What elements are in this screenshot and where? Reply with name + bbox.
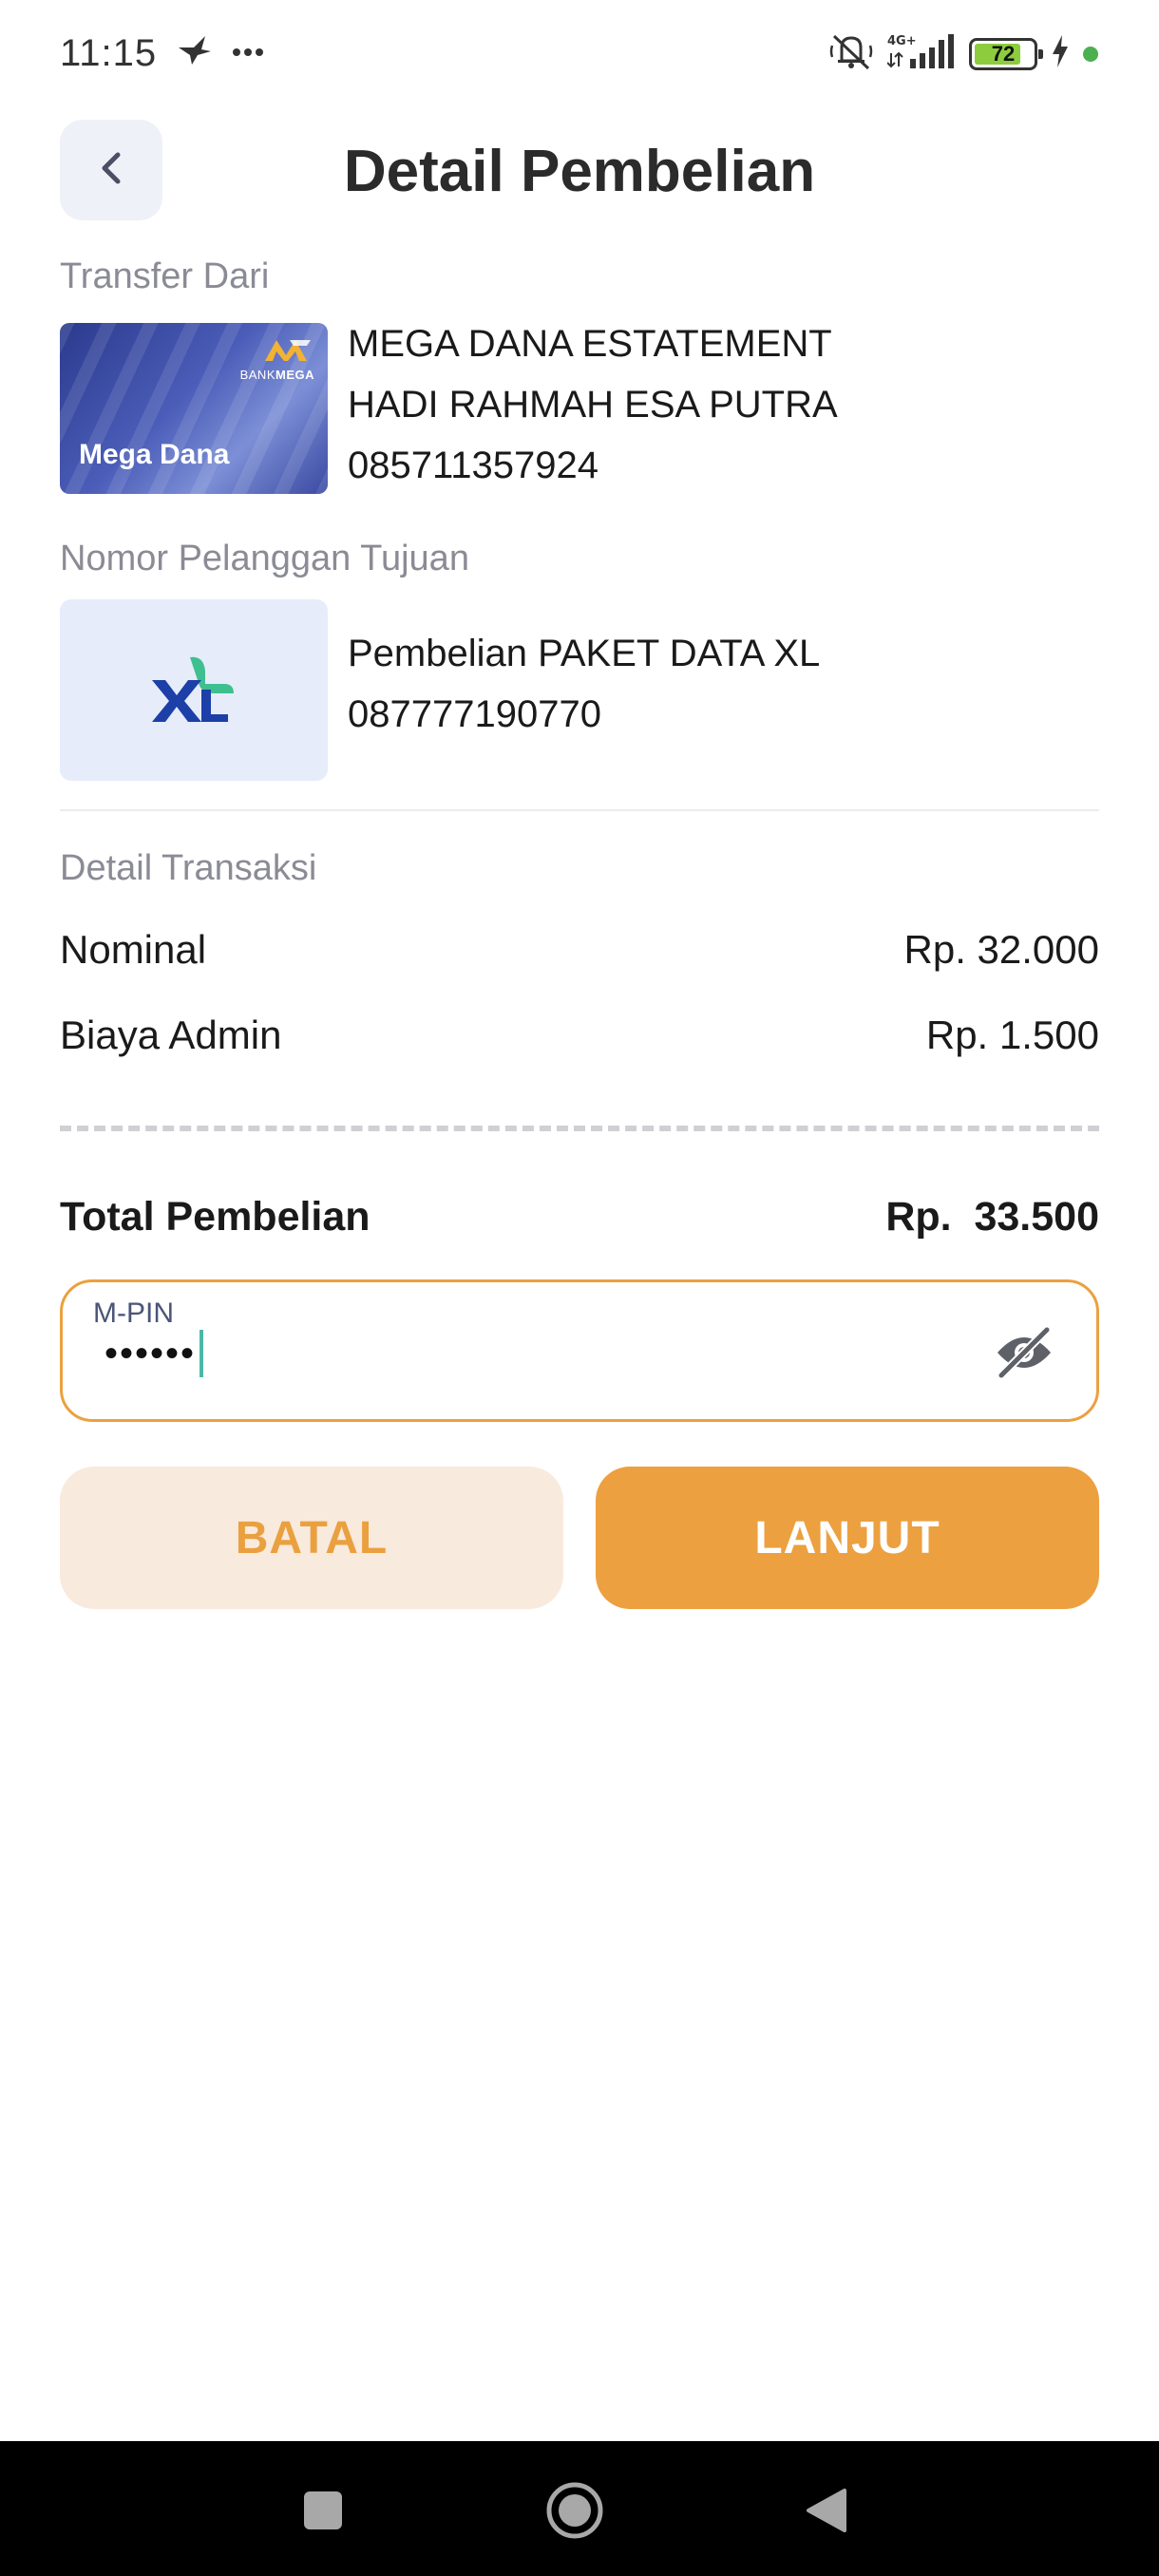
bird-icon — [177, 34, 213, 71]
destination-details: Pembelian PAKET DATA XL 087777190770 — [348, 623, 820, 745]
destination-label: Nomor Pelanggan Tujuan — [60, 539, 469, 578]
admin-fee-row: Biaya Admin Rp. 1.500 — [60, 1013, 1099, 1058]
dashed-divider — [60, 1126, 1099, 1131]
green-dot-icon — [1083, 46, 1098, 62]
total-row: Total Pembelian Rp. 33.500 — [60, 1194, 1099, 1241]
mpin-field[interactable]: M-PIN •••••• — [60, 1279, 1099, 1422]
eye-off-icon[interactable] — [994, 1324, 1054, 1381]
signal-icon: 4G+ — [886, 32, 956, 75]
mpin-input[interactable]: •••••• — [104, 1330, 204, 1377]
nominal-value: Rp. 32.000 — [903, 927, 1100, 972]
back-button[interactable] — [60, 120, 162, 220]
nominal-label: Nominal — [60, 927, 207, 972]
destination-number: 087777190770 — [348, 693, 601, 735]
battery-icon: 72 — [969, 37, 1043, 70]
nominal-row: Nominal Rp. 32.000 — [60, 927, 1099, 973]
next-button[interactable]: LANJUT — [596, 1467, 1099, 1609]
status-bar: 11:15 4G+ 72 — [0, 0, 1159, 104]
transaction-label: Detail Transaksi — [60, 848, 317, 888]
network-label: 4G+ — [887, 34, 917, 48]
purchase-description: Pembelian PAKET DATA XL — [348, 633, 821, 674]
status-time: 11:15 — [60, 32, 158, 74]
status-right-icons: 4G+ 72 — [828, 32, 1098, 75]
home-icon[interactable] — [542, 2477, 608, 2544]
card-brand-bold: MEGA — [276, 368, 314, 382]
charging-icon — [1051, 35, 1070, 72]
card-brand-small: BANK — [239, 368, 276, 382]
transfer-from-label: Transfer Dari — [60, 256, 270, 296]
page-title: Detail Pembelian — [343, 139, 816, 204]
battery-percent: 72 — [991, 41, 1016, 66]
holder-name: HADI RAHMAH ESA PUTRA — [348, 384, 838, 426]
xl-logo-icon — [148, 652, 239, 729]
more-dots-icon — [232, 45, 264, 62]
source-phone: 085711357924 — [348, 445, 598, 486]
total-label: Total Pembelian — [60, 1194, 370, 1240]
mute-icon — [828, 32, 874, 75]
admin-fee-value: Rp. 1.500 — [925, 1013, 1099, 1057]
chevron-left-icon — [97, 149, 125, 192]
account-name: MEGA DANA ESTATEMENT — [348, 323, 832, 365]
bank-card-image: BANKMEGA Mega Dana — [60, 323, 328, 494]
xl-logo-box — [60, 599, 328, 781]
total-value: Rp. 33.500 — [885, 1194, 1099, 1240]
mpin-label: M-PIN — [93, 1297, 174, 1329]
back-triangle-icon[interactable] — [793, 2477, 860, 2544]
card-name: Mega Dana — [79, 439, 230, 470]
text-caret — [200, 1330, 204, 1377]
transfer-from-details: MEGA DANA ESTATEMENT HADI RAHMAH ESA PUT… — [348, 313, 838, 496]
bank-mega-logo: BANKMEGA — [240, 336, 314, 382]
mpin-masked-value: •••••• — [104, 1332, 197, 1374]
status-left-icons — [177, 34, 264, 71]
admin-fee-label: Biaya Admin — [60, 1013, 282, 1057]
battery-tip — [1038, 48, 1043, 59]
section-divider — [60, 809, 1099, 811]
cancel-button[interactable]: BATAL — [60, 1467, 563, 1609]
recent-apps-icon[interactable] — [290, 2477, 356, 2544]
system-nav-bar — [0, 2441, 1159, 2576]
